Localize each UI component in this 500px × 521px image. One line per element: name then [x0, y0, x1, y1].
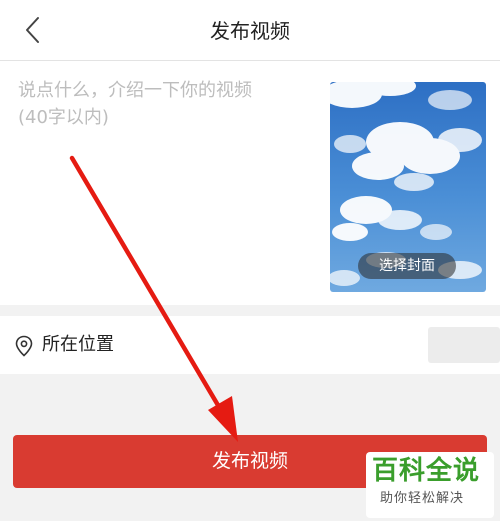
video-description-input[interactable] — [18, 77, 308, 277]
location-pin-icon — [15, 335, 33, 357]
location-row[interactable]: 所在位置 — [0, 316, 500, 374]
watermark-subtitle: 助你轻松解决 — [380, 491, 465, 506]
watermark: 百科全说 助你轻松解决 — [366, 452, 494, 518]
location-value — [428, 327, 500, 363]
watermark-title: 百科全说 — [372, 456, 481, 486]
cover-thumbnail[interactable]: 选择封面 — [330, 82, 486, 292]
page-title: 发布视频 — [210, 19, 290, 43]
nav-bar: 发布视频 — [0, 0, 500, 61]
location-label: 所在位置 — [42, 334, 114, 355]
select-cover-button[interactable]: 选择封面 — [358, 253, 456, 279]
compose-panel: 选择封面 — [0, 61, 500, 305]
